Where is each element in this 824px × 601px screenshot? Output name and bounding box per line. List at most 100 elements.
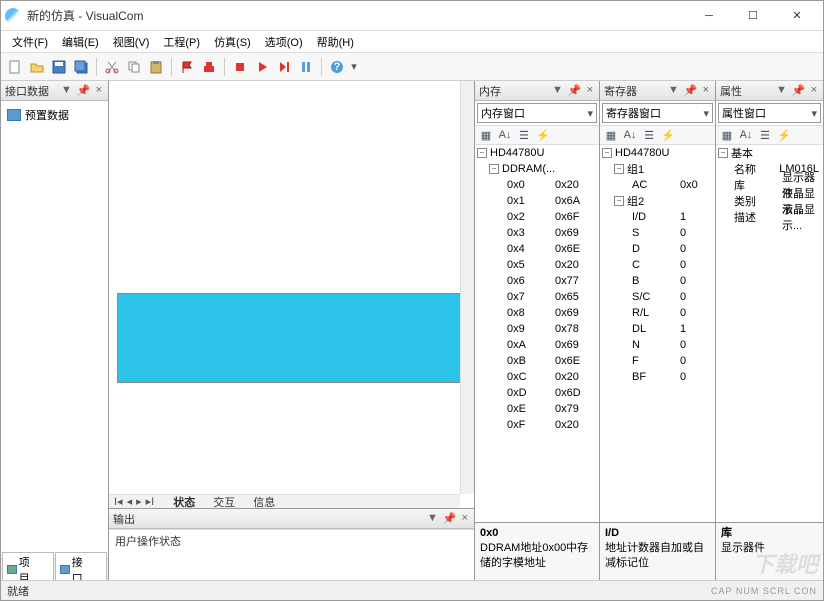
panel-menu-icon[interactable]: ▼ — [666, 84, 681, 97]
table-row[interactable]: B0 — [600, 273, 715, 289]
table-row[interactable]: S/C0 — [600, 289, 715, 305]
maximize-button[interactable]: ☐ — [731, 2, 775, 30]
copy-icon[interactable] — [124, 57, 144, 77]
panel-close-icon[interactable]: × — [94, 84, 104, 97]
table-row[interactable]: AC0x0 — [600, 177, 715, 193]
tab-info[interactable]: 信息 — [247, 494, 281, 509]
table-row[interactable]: 0x70x65 — [475, 289, 599, 305]
collapse-icon[interactable]: − — [614, 196, 624, 206]
tab-interact[interactable]: 交互 — [207, 494, 241, 509]
minimize-button[interactable]: ─ — [687, 2, 731, 30]
list-icon[interactable]: ☰ — [516, 127, 532, 143]
pause-icon[interactable] — [296, 57, 316, 77]
new-icon[interactable] — [5, 57, 25, 77]
table-row[interactable]: 0x10x6A — [475, 193, 599, 209]
nav-last-icon[interactable]: ▸I — [144, 495, 157, 508]
table-row[interactable]: 0xE0x79 — [475, 401, 599, 417]
table-row[interactable]: R/L0 — [600, 305, 715, 321]
pin-icon[interactable]: 📌 — [566, 84, 584, 97]
panel-menu-icon[interactable]: ▼ — [774, 84, 789, 97]
tab-status[interactable]: 状态 — [167, 494, 201, 509]
table-row[interactable]: S0 — [600, 225, 715, 241]
table-row[interactable]: 0x60x77 — [475, 273, 599, 289]
table-row[interactable]: 0xC0x20 — [475, 369, 599, 385]
table-row[interactable]: 0xA0x69 — [475, 337, 599, 353]
register-dropdown[interactable]: 寄存器窗口▾ — [602, 103, 713, 123]
record-icon[interactable] — [230, 57, 250, 77]
help-icon[interactable]: ? — [327, 57, 347, 77]
categorize-icon[interactable]: ▦ — [719, 127, 735, 143]
sort-az-icon[interactable]: A↓ — [622, 127, 638, 143]
output-body[interactable]: 用户操作状态 — [109, 529, 474, 580]
nav-next-icon[interactable]: ▸ — [134, 495, 144, 508]
design-canvas[interactable] — [109, 81, 460, 494]
close-button[interactable]: ✕ — [775, 2, 819, 30]
menu-help[interactable]: 帮助(H) — [310, 32, 361, 52]
list-icon[interactable]: ☰ — [757, 127, 773, 143]
table-row[interactable]: I/D1 — [600, 209, 715, 225]
save-icon[interactable] — [49, 57, 69, 77]
cut-icon[interactable] — [102, 57, 122, 77]
table-row[interactable]: BF0 — [600, 369, 715, 385]
categorize-icon[interactable]: ▦ — [603, 127, 619, 143]
table-row[interactable]: F0 — [600, 353, 715, 369]
bolt-icon[interactable]: ⚡ — [660, 127, 676, 143]
vertical-scrollbar[interactable] — [460, 81, 474, 494]
memory-dropdown[interactable]: 内存窗口▾ — [477, 103, 597, 123]
lcd-component[interactable] — [117, 293, 462, 383]
table-row[interactable]: 0xD0x6D — [475, 385, 599, 401]
nav-prev-icon[interactable]: ◂ — [125, 495, 135, 508]
flag-icon[interactable] — [177, 57, 197, 77]
table-row[interactable]: 0x00x20 — [475, 177, 599, 193]
property-tree[interactable]: −基本 名称LM016L库显示器件类别液晶显示...描述液晶显示... — [716, 145, 823, 522]
table-row[interactable]: 描述液晶显示... — [716, 209, 823, 225]
menu-sim[interactable]: 仿真(S) — [207, 32, 258, 52]
menu-project[interactable]: 工程(P) — [156, 32, 207, 52]
collapse-icon[interactable]: − — [718, 148, 728, 158]
memory-tree[interactable]: −HD44780U −DDRAM(... 0x00x200x10x6A0x20x… — [475, 145, 599, 522]
collapse-icon[interactable]: − — [489, 164, 499, 174]
register-tree[interactable]: −HD44780U −组1 AC0x0 −组2 I/D1S0D0C0B0S/C0… — [600, 145, 715, 522]
table-row[interactable]: 0x40x6E — [475, 241, 599, 257]
table-row[interactable]: 0x50x20 — [475, 257, 599, 273]
panel-menu-icon[interactable]: ▼ — [550, 84, 565, 97]
step-icon[interactable] — [274, 57, 294, 77]
open-icon[interactable] — [27, 57, 47, 77]
menu-file[interactable]: 文件(F) — [5, 32, 55, 52]
tree-item-preset[interactable]: 预置数据 — [5, 105, 104, 125]
sort-az-icon[interactable]: A↓ — [497, 127, 513, 143]
menu-option[interactable]: 选项(O) — [258, 32, 310, 52]
panel-close-icon[interactable]: × — [460, 512, 470, 525]
bolt-icon[interactable]: ⚡ — [535, 127, 551, 143]
bolt-icon[interactable]: ⚡ — [776, 127, 792, 143]
collapse-icon[interactable]: − — [614, 164, 624, 174]
table-row[interactable]: DL1 — [600, 321, 715, 337]
build-icon[interactable] — [199, 57, 219, 77]
panel-close-icon[interactable]: × — [809, 84, 819, 97]
panel-menu-icon[interactable]: ▼ — [425, 512, 440, 525]
sort-az-icon[interactable]: A↓ — [738, 127, 754, 143]
collapse-icon[interactable]: − — [602, 148, 612, 158]
table-row[interactable]: C0 — [600, 257, 715, 273]
pin-icon[interactable]: 📌 — [441, 512, 459, 525]
table-row[interactable]: 0xB0x6E — [475, 353, 599, 369]
table-row[interactable]: 0x20x6F — [475, 209, 599, 225]
table-row[interactable]: 0x30x69 — [475, 225, 599, 241]
left-tree[interactable]: 预置数据 — [1, 101, 108, 558]
table-row[interactable]: 0x80x69 — [475, 305, 599, 321]
table-row[interactable]: N0 — [600, 337, 715, 353]
menu-view[interactable]: 视图(V) — [106, 32, 157, 52]
panel-menu-icon[interactable]: ▼ — [59, 84, 74, 97]
horizontal-scrollbar[interactable]: I◂ ◂ ▸ ▸I 状态 交互 信息 — [109, 494, 460, 508]
table-row[interactable]: 0xF0x20 — [475, 417, 599, 433]
pin-icon[interactable]: 📌 — [790, 84, 808, 97]
list-icon[interactable]: ☰ — [641, 127, 657, 143]
pin-icon[interactable]: 📌 — [682, 84, 700, 97]
table-row[interactable]: 0x90x78 — [475, 321, 599, 337]
table-row[interactable]: D0 — [600, 241, 715, 257]
nav-first-icon[interactable]: I◂ — [112, 495, 125, 508]
panel-close-icon[interactable]: × — [585, 84, 595, 97]
menu-edit[interactable]: 编辑(E) — [55, 32, 106, 52]
paste-icon[interactable] — [146, 57, 166, 77]
dropdown-toggle-icon[interactable]: ▾ — [349, 57, 359, 77]
